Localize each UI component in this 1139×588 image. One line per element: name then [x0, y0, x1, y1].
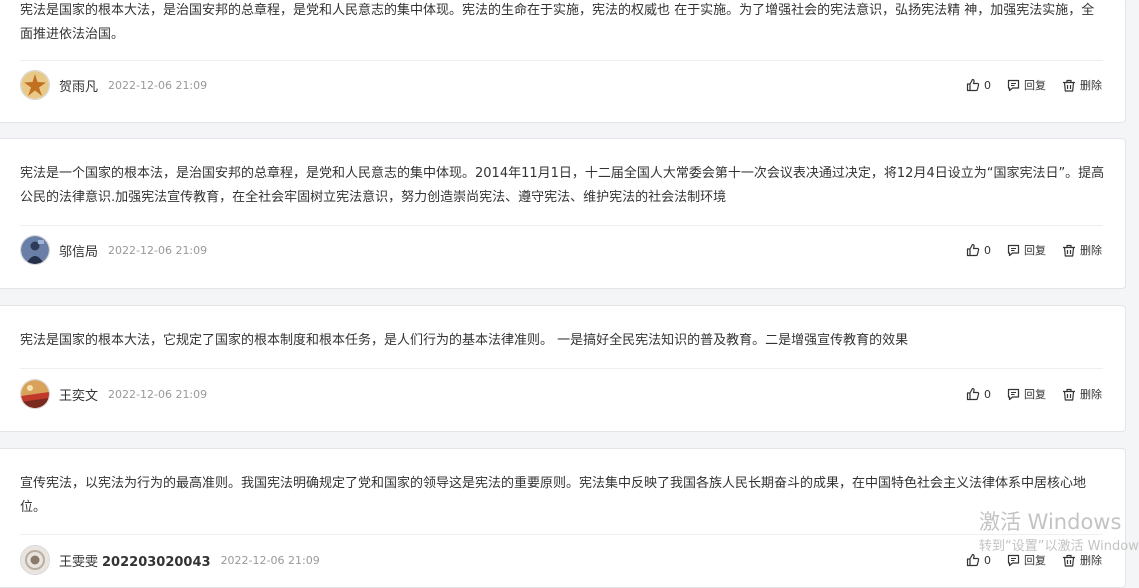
reply-label: 回复	[1024, 554, 1046, 567]
comment-actions: 0 回复 删除	[950, 378, 1102, 410]
author-name[interactable]: 王奕文	[59, 385, 98, 404]
avatar[interactable]	[20, 70, 50, 100]
like-button[interactable]: 0	[966, 553, 991, 567]
delete-button[interactable]: 删除	[1062, 77, 1102, 93]
starfish-avatar-icon	[21, 71, 49, 99]
comment-card: 宪法是国家的根本大法，它规定了国家的根本制度和根本任务，是人们行为的基本法律准则…	[0, 305, 1126, 432]
like-count: 0	[984, 78, 991, 92]
divider	[20, 60, 1103, 61]
comment-meta: 邬信局 2022-12-06 21:09	[20, 234, 207, 266]
comment-actions: 0 回复 删除	[950, 544, 1102, 576]
thumbs-up-icon	[966, 387, 980, 401]
delete-button[interactable]: 删除	[1062, 386, 1102, 402]
author-name[interactable]: 王雯雯 202203020043	[59, 551, 211, 570]
delete-label: 删除	[1080, 554, 1102, 567]
delete-button[interactable]: 删除	[1062, 242, 1102, 258]
reply-label: 回复	[1024, 388, 1046, 401]
reply-label: 回复	[1024, 79, 1046, 92]
comment-actions: 0 回复 删除	[950, 234, 1102, 266]
comment-meta: 贺雨凡 2022-12-06 21:09	[20, 69, 207, 101]
like-button[interactable]: 0	[966, 78, 991, 92]
divider	[20, 534, 1103, 535]
delete-button[interactable]: 删除	[1062, 552, 1102, 568]
reply-button[interactable]: 回复	[1007, 386, 1046, 402]
comment-meta: 王奕文 2022-12-06 21:09	[20, 378, 207, 410]
like-button[interactable]: 0	[966, 387, 991, 401]
reply-icon	[1007, 79, 1020, 91]
comment-text: 宪法是国家的根本大法，是治国安邦的总章程，是党和人民意志的集中体现。宪法的生命在…	[20, 3, 1095, 42]
comment-time: 2022-12-06 21:09	[220, 553, 320, 567]
avatar[interactable]	[20, 545, 50, 575]
delete-label: 删除	[1080, 388, 1102, 401]
comment-text: 宪法是国家的根本大法，它规定了国家的根本制度和根本任务，是人们行为的基本法律准则…	[20, 333, 909, 348]
delete-label: 删除	[1080, 79, 1102, 92]
trash-icon	[1063, 244, 1075, 257]
comment-text: 宣传宪法，以宪法为行为的最高准则。我国宪法明确规定了党和国家的领导这是宪法的重要…	[20, 476, 1087, 515]
comment-text: 宪法是一个国家的根本法，是治国安邦的总章程，是党和人民意志的集中体现。2014年…	[20, 166, 1105, 205]
thumbs-up-icon	[966, 243, 980, 257]
comment-meta: 王雯雯 202203020043 2022-12-06 21:09	[20, 544, 320, 576]
delete-label: 删除	[1080, 244, 1102, 257]
reply-icon	[1007, 554, 1020, 566]
portrait-avatar-icon	[21, 546, 49, 574]
reply-label: 回复	[1024, 244, 1046, 257]
comment-time: 2022-12-06 21:09	[108, 243, 208, 257]
avatar[interactable]	[20, 379, 50, 409]
trash-icon	[1063, 79, 1075, 92]
like-count: 0	[984, 243, 991, 257]
author-name-text: 贺雨凡	[59, 79, 99, 95]
comment-card: 宣传宪法，以宪法为行为的最高准则。我国宪法明确规定了党和国家的领导这是宪法的重要…	[0, 448, 1126, 588]
author-name-text: 邬信局	[59, 244, 99, 260]
reply-icon	[1007, 244, 1020, 256]
trash-icon	[1063, 388, 1075, 401]
avatar[interactable]	[20, 235, 50, 265]
author-id: 202203020043	[102, 554, 211, 570]
author-name-text: 王雯雯	[59, 554, 99, 570]
figure-avatar-icon	[21, 236, 49, 264]
like-button[interactable]: 0	[966, 243, 991, 257]
divider	[20, 225, 1103, 226]
author-name-text: 王奕文	[59, 388, 99, 404]
thumbs-up-icon	[966, 78, 980, 92]
sunset-avatar-icon	[21, 380, 49, 408]
comment-time: 2022-12-06 21:09	[108, 78, 208, 92]
author-name[interactable]: 贺雨凡	[59, 76, 98, 95]
comment-card: 宪法是国家的根本大法，是治国安邦的总章程，是党和人民意志的集中体现。宪法的生命在…	[0, 0, 1126, 123]
comment-time: 2022-12-06 21:09	[108, 387, 208, 401]
reply-icon	[1007, 388, 1020, 400]
reply-button[interactable]: 回复	[1007, 242, 1046, 258]
like-count: 0	[984, 553, 991, 567]
reply-button[interactable]: 回复	[1007, 77, 1046, 93]
comment-card: 宪法是一个国家的根本法，是治国安邦的总章程，是党和人民意志的集中体现。2014年…	[0, 138, 1126, 289]
thumbs-up-icon	[966, 553, 980, 567]
reply-button[interactable]: 回复	[1007, 552, 1046, 568]
author-name[interactable]: 邬信局	[59, 241, 98, 260]
divider	[20, 368, 1103, 369]
like-count: 0	[984, 387, 991, 401]
comment-actions: 0 回复 删除	[950, 69, 1102, 101]
trash-icon	[1063, 554, 1075, 567]
